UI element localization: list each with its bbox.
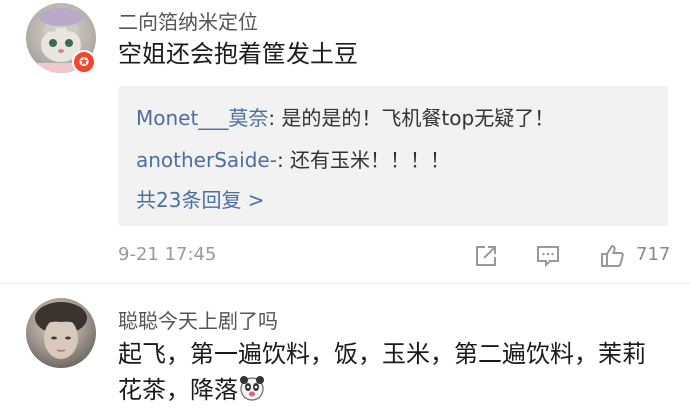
comment-divider [0,283,690,284]
comment-meta-row: 9-21 17:45 717 [118,244,670,270]
comment-text: 起飞，第一遍饮料，饭，玉米，第二遍饮料，茉莉 花茶，降落 [118,336,646,408]
comment-timestamp: 9-21 17:45 [118,244,217,265]
panda-emoji-icon [238,374,266,402]
thumbs-up-icon[interactable] [598,242,626,270]
reply-text: : 是的是的！飞机餐top无疑了！ [268,106,555,130]
reply-username[interactable]: anotherSaide- [136,148,277,172]
verified-badge-icon: ✪ [72,50,96,74]
reply-item: anotherSaide-: 还有玉米！！！！ [136,144,450,173]
share-icon[interactable] [472,242,500,270]
comment-text-fragment: 花茶，降落 [118,376,238,404]
reply-preview-box[interactable]: Monet___莫奈: 是的是的！飞机餐top无疑了！ anotherSaide… [118,86,668,226]
comment-username[interactable]: 聪聪今天上剧了吗 [118,305,278,334]
comment-username[interactable]: 二向箔纳米定位 [118,6,258,35]
comment-text-line: 花茶，降落 [118,372,646,408]
reply-username[interactable]: Monet___莫奈 [136,106,268,130]
like-count: 717 [636,244,671,265]
comment-text-line: 起飞，第一遍饮料，饭，玉米，第二遍饮料，茉莉 [118,340,646,368]
comment-icon[interactable] [534,242,562,270]
reply-item: Monet___莫奈: 是的是的！飞机餐top无疑了！ [136,102,554,131]
reply-text: : 还有玉米！！！！ [276,148,451,172]
comment-text: 空姐还会抱着筐发土豆 [118,40,358,68]
person-avatar-image [35,302,87,359]
view-more-replies-link[interactable]: 共23条回复 > [136,184,265,213]
avatar[interactable] [26,298,96,368]
